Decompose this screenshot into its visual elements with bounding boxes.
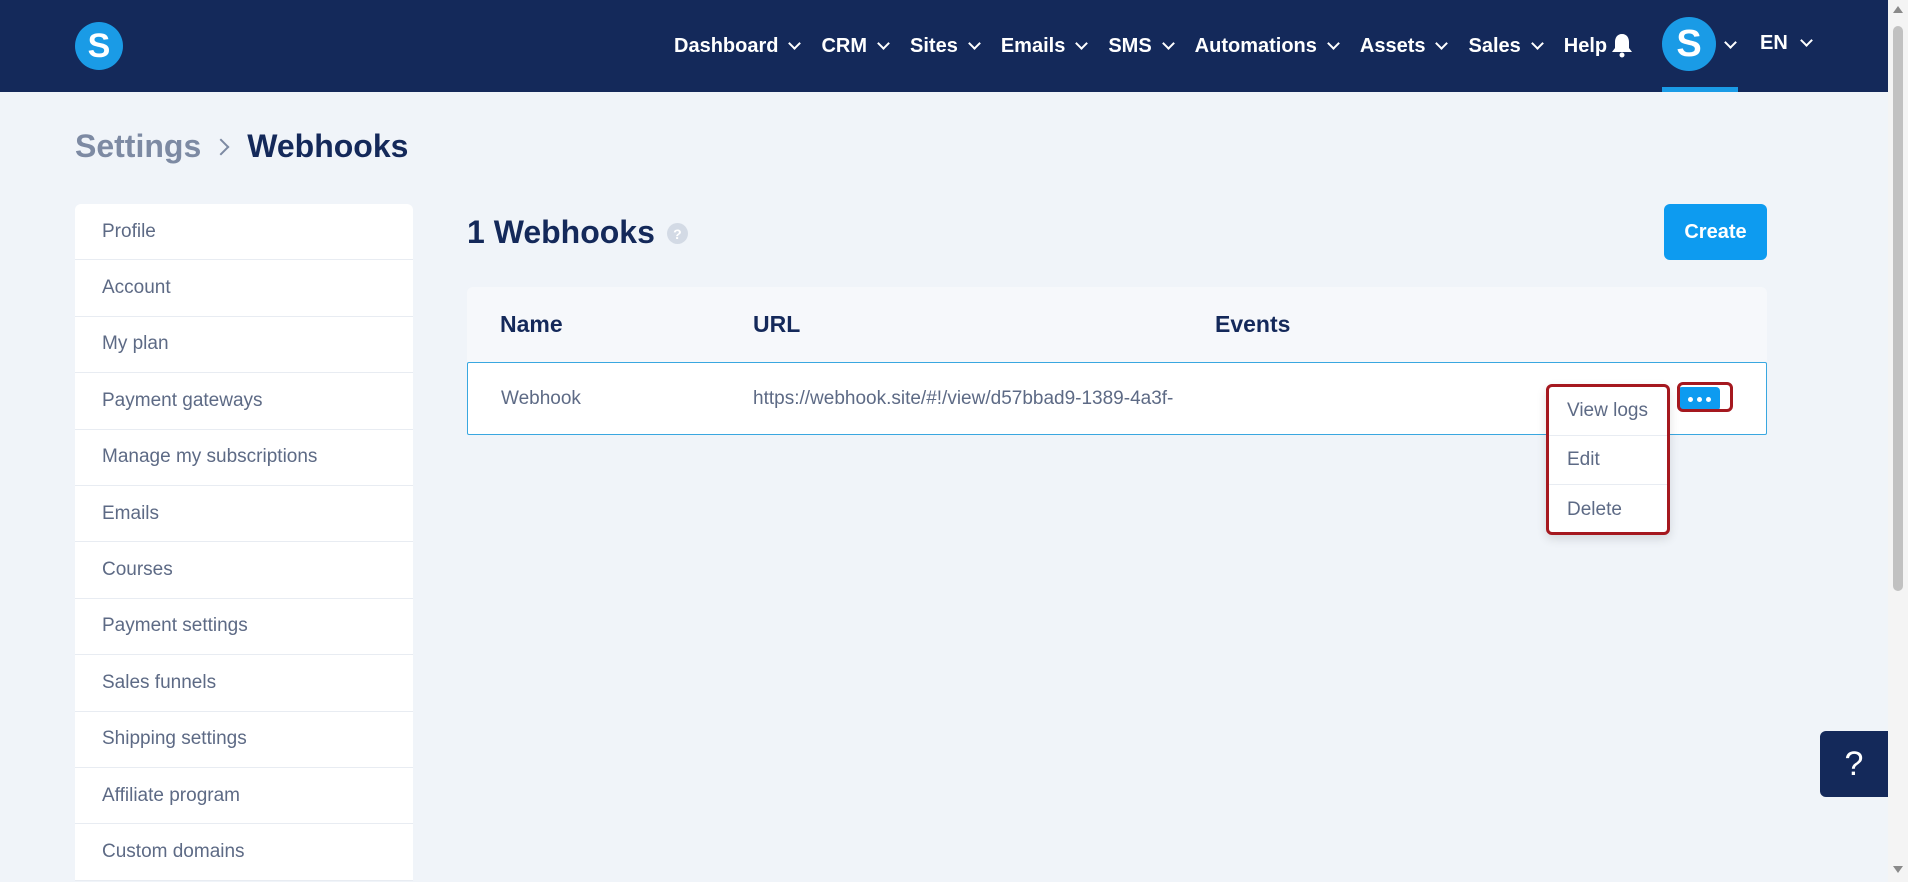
active-indicator (1662, 87, 1738, 92)
breadcrumb: Settings Webhooks (75, 128, 408, 165)
column-header-events: Events (1215, 311, 1291, 337)
nav-label: Help (1563, 34, 1608, 57)
highlight-outline (1677, 382, 1733, 412)
nav-label: Emails (1000, 34, 1066, 57)
bell-icon[interactable] (1610, 32, 1634, 58)
scroll-down-icon[interactable] (1893, 866, 1903, 873)
help-widget-button[interactable]: ? (1820, 731, 1888, 797)
chevron-down-icon[interactable] (1724, 36, 1737, 49)
table-header: Name URL Events (467, 287, 1767, 362)
scrollbar[interactable] (1888, 0, 1908, 882)
nav-item-crm[interactable]: CRM (821, 34, 890, 58)
row-actions-menu: View logs Edit Delete (1546, 384, 1670, 535)
sidebar-item-account[interactable]: Account (75, 260, 413, 317)
nav-item-sms[interactable]: SMS (1108, 34, 1175, 58)
language-selector[interactable]: EN (1760, 32, 1813, 55)
webhook-url: https://webhook.site/#!/view/d57bbad9-13… (753, 388, 1174, 409)
nav-item-assets[interactable]: Assets (1359, 34, 1449, 58)
webhooks-heading: 1 Webhooks ? (467, 214, 688, 251)
chevron-down-icon (1799, 34, 1813, 47)
nav-item-help[interactable]: Help (1564, 35, 1607, 58)
sidebar-item-payment-gateways[interactable]: Payment gateways (75, 373, 413, 430)
menu-item-view-logs[interactable]: View logs (1549, 387, 1667, 436)
column-header-url: URL (753, 311, 801, 337)
scrollbar-thumb[interactable] (1893, 26, 1903, 591)
help-icon[interactable]: ? (666, 223, 688, 244)
chevron-down-icon (967, 36, 981, 50)
avatar-letter: S (1676, 22, 1702, 65)
chevron-down-icon (1530, 36, 1544, 50)
breadcrumb-settings[interactable]: Settings (75, 128, 201, 165)
nav-item-emails[interactable]: Emails (1000, 34, 1089, 58)
main-nav: Dashboard CRM Sites Emails SMS Automatio… (674, 0, 1629, 92)
nav-item-sales[interactable]: Sales (1468, 34, 1544, 58)
chevron-down-icon (1161, 36, 1175, 50)
nav-label: CRM (821, 34, 868, 57)
chevron-down-icon (788, 36, 802, 50)
chevron-right-icon (212, 138, 230, 155)
nav-label: Sales (1468, 34, 1521, 57)
nav-item-sites[interactable]: Sites (910, 34, 981, 58)
nav-label: Dashboard (674, 34, 779, 57)
nav-label: Automations (1194, 34, 1317, 57)
language-label: EN (1760, 32, 1788, 54)
chevron-down-icon (877, 36, 890, 50)
sidebar-item-shipping-settings[interactable]: Shipping settings (75, 712, 413, 768)
sidebar-item-payment-settings[interactable]: Payment settings (75, 599, 413, 656)
sidebar-item-emails[interactable]: Emails (75, 486, 413, 543)
menu-item-edit[interactable]: Edit (1549, 436, 1667, 485)
sidebar-item-profile[interactable]: Profile (75, 204, 413, 261)
menu-item-delete[interactable]: Delete (1549, 485, 1667, 534)
logo-letter: S (87, 26, 111, 65)
chevron-down-icon (1075, 36, 1089, 50)
logo[interactable]: S (75, 22, 123, 70)
sidebar-item-affiliate-program[interactable]: Affiliate program (75, 768, 413, 825)
top-navbar: S Dashboard CRM Sites Emails SMS Automat… (0, 0, 1888, 92)
sidebar-item-manage-subscriptions[interactable]: Manage my subscriptions (75, 430, 413, 486)
chevron-down-icon (1435, 36, 1449, 50)
settings-sidebar: Profile Account My plan Payment gateways… (75, 204, 413, 881)
webhook-name: Webhook (501, 388, 581, 409)
avatar[interactable]: S (1662, 17, 1716, 71)
nav-label: Assets (1359, 34, 1426, 57)
sidebar-item-custom-domains[interactable]: Custom domains (75, 824, 413, 881)
create-button[interactable]: Create (1664, 204, 1767, 260)
webhooks-count-title: 1 Webhooks (467, 214, 655, 250)
sidebar-item-courses[interactable]: Courses (75, 542, 413, 599)
nav-label: Sites (910, 34, 958, 57)
page-title: Webhooks (247, 128, 409, 164)
nav-label: SMS (1108, 34, 1152, 57)
scroll-up-icon[interactable] (1893, 6, 1903, 13)
nav-item-automations[interactable]: Automations (1194, 34, 1340, 58)
sidebar-item-my-plan[interactable]: My plan (75, 317, 413, 374)
chevron-down-icon (1327, 36, 1340, 50)
sidebar-item-sales-funnels[interactable]: Sales funnels (75, 655, 413, 712)
nav-item-dashboard[interactable]: Dashboard (674, 34, 802, 58)
column-header-name: Name (500, 311, 563, 337)
